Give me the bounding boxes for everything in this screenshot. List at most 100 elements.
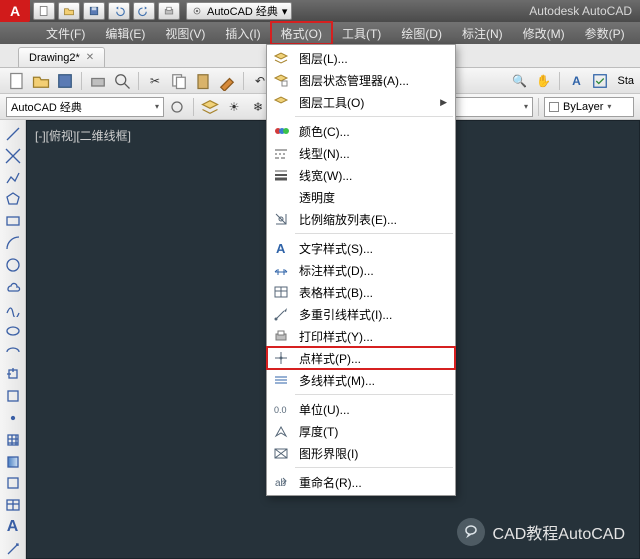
menu-item-label: 多重引线样式(I)...	[299, 306, 392, 323]
menu-item[interactable]: 多重引线样式(I)...	[267, 303, 455, 325]
menu-item[interactable]: 图层状态管理器(A)...	[267, 69, 455, 91]
rectangle-icon[interactable]	[2, 211, 24, 231]
insert-block-icon[interactable]	[2, 364, 24, 384]
menu-item-label: 比例缩放列表(E)...	[299, 211, 397, 228]
menu-item[interactable]: 线型(N)...	[267, 142, 455, 164]
menu-item[interactable]: 0.0单位(U)...	[267, 398, 455, 420]
preview-icon[interactable]	[111, 70, 133, 92]
point-icon[interactable]	[2, 408, 24, 428]
submenu-arrow-icon: ▶	[440, 97, 447, 108]
xline-icon[interactable]	[2, 146, 24, 166]
qat-open-icon[interactable]	[58, 2, 80, 20]
close-icon[interactable]: ✕	[86, 52, 94, 63]
pan-icon[interactable]: ✋	[532, 70, 554, 92]
menu-separator	[295, 467, 453, 468]
menu-item[interactable]: 图形界限(I)	[267, 442, 455, 464]
format-menu-dropdown: 图层(L)...图层状态管理器(A)...图层工具(O)▶ 颜色(C)... 线型(…	[266, 44, 456, 496]
menu-item[interactable]: 颜色(C)...	[267, 120, 455, 142]
match-icon[interactable]	[216, 70, 238, 92]
menu-参数[interactable]: 参数(P)	[575, 22, 635, 44]
sun-icon[interactable]: ☀	[223, 96, 245, 118]
paste-icon[interactable]	[192, 70, 214, 92]
menu-工具[interactable]: 工具(T)	[332, 22, 391, 44]
qat-redo-icon[interactable]	[133, 2, 155, 20]
menu-修改[interactable]: 修改(M)	[513, 22, 575, 44]
menu-视图[interactable]: 视图(V)	[155, 22, 215, 44]
hatch-icon[interactable]	[2, 430, 24, 450]
draw-toolbar: A	[0, 120, 26, 559]
document-tab[interactable]: Drawing2* ✕	[18, 47, 105, 67]
menu-插入[interactable]: 插入(I)	[215, 22, 270, 44]
menu-item[interactable]: 厚度(T)	[267, 420, 455, 442]
make-block-icon[interactable]	[2, 386, 24, 406]
circle-icon[interactable]	[2, 255, 24, 275]
annotate-a-icon[interactable]: A	[565, 70, 587, 92]
menu-item[interactable]: 线宽(W)...	[267, 164, 455, 186]
open-icon[interactable]	[30, 70, 52, 92]
workspace-gear-icon[interactable]	[166, 96, 188, 118]
polygon-icon[interactable]	[2, 190, 24, 210]
workspace-select[interactable]: AutoCAD 经典 ▾	[6, 97, 164, 117]
menu-item[interactable]: 图层(L)...	[267, 47, 455, 69]
menu-item-icon	[271, 283, 291, 301]
workspace-quick-dropdown[interactable]: AutoCAD 经典 ▾	[186, 2, 292, 20]
menu-item-icon	[271, 144, 291, 162]
menu-separator	[295, 394, 453, 395]
plot-icon[interactable]	[87, 70, 109, 92]
gradient-icon[interactable]	[2, 452, 24, 472]
arc-icon[interactable]	[2, 233, 24, 253]
ellipse-arc-icon[interactable]	[2, 342, 24, 362]
toolbar-separator	[243, 72, 244, 90]
text-icon[interactable]: A	[2, 517, 24, 537]
menu-item-icon	[271, 371, 291, 389]
menu-item[interactable]: 比例缩放列表(E)...	[267, 208, 455, 230]
menu-标注[interactable]: 标注(N)	[452, 22, 513, 44]
qat-new-icon[interactable]	[33, 2, 55, 20]
menu-item[interactable]: 透明度	[267, 186, 455, 208]
cut-icon[interactable]: ✂	[144, 70, 166, 92]
menu-编辑[interactable]: 编辑(E)	[95, 22, 155, 44]
document-tab-label: Drawing2*	[29, 52, 80, 64]
menu-item[interactable]: 点样式(P)...	[267, 347, 455, 369]
standards-icon[interactable]	[589, 70, 611, 92]
menu-item-label: 颜色(C)...	[299, 123, 350, 140]
layer-props-icon[interactable]	[199, 96, 221, 118]
line-icon[interactable]	[2, 124, 24, 144]
menu-文件[interactable]: 文件(F)	[36, 22, 95, 44]
menu-item-icon	[271, 188, 291, 206]
region-icon[interactable]	[2, 474, 24, 494]
color-select[interactable]: ByLayer ▾	[544, 97, 634, 117]
add-selected-icon[interactable]	[2, 539, 24, 559]
menu-item[interactable]: 多线样式(M)...	[267, 369, 455, 391]
menu-item[interactable]: 表格样式(B)...	[267, 281, 455, 303]
toolbar-separator	[559, 72, 560, 90]
chevron-down-icon: ▾	[524, 102, 528, 111]
qat-undo-icon[interactable]	[108, 2, 130, 20]
save-icon[interactable]	[54, 70, 76, 92]
revcloud-icon[interactable]	[2, 277, 24, 297]
new-icon[interactable]	[6, 70, 28, 92]
polyline-icon[interactable]	[2, 168, 24, 188]
menu-item-label: 重命名(R)...	[299, 474, 362, 491]
table-icon[interactable]	[2, 495, 24, 515]
menu-格式[interactable]: 格式(O)	[271, 22, 332, 44]
qat-print-icon[interactable]	[158, 2, 180, 20]
menu-item[interactable]: 图层工具(O)▶	[267, 91, 455, 113]
spline-icon[interactable]	[2, 299, 24, 319]
svg-text:A: A	[276, 241, 286, 256]
chevron-down-icon: ▾	[282, 5, 288, 18]
menu-item[interactable]: 打印样式(Y)...	[267, 325, 455, 347]
menu-separator	[295, 233, 453, 234]
qat-save-icon[interactable]	[83, 2, 105, 20]
viewport-label[interactable]: [-][俯视][二维线框]	[35, 127, 131, 144]
menu-item[interactable]: 标注样式(D)...	[267, 259, 455, 281]
menu-绘图[interactable]: 绘图(D)	[391, 22, 452, 44]
menu-窗[interactable]: 窗	[635, 22, 640, 44]
menu-item-label: 打印样式(Y)...	[299, 328, 373, 345]
copy-icon[interactable]	[168, 70, 190, 92]
menu-item[interactable]: ab重命名(R)...	[267, 471, 455, 493]
menu-item[interactable]: A文字样式(S)...	[267, 237, 455, 259]
zoom-icon[interactable]: 🔍	[508, 70, 530, 92]
toolbar-separator	[81, 72, 82, 90]
ellipse-icon[interactable]	[2, 321, 24, 341]
